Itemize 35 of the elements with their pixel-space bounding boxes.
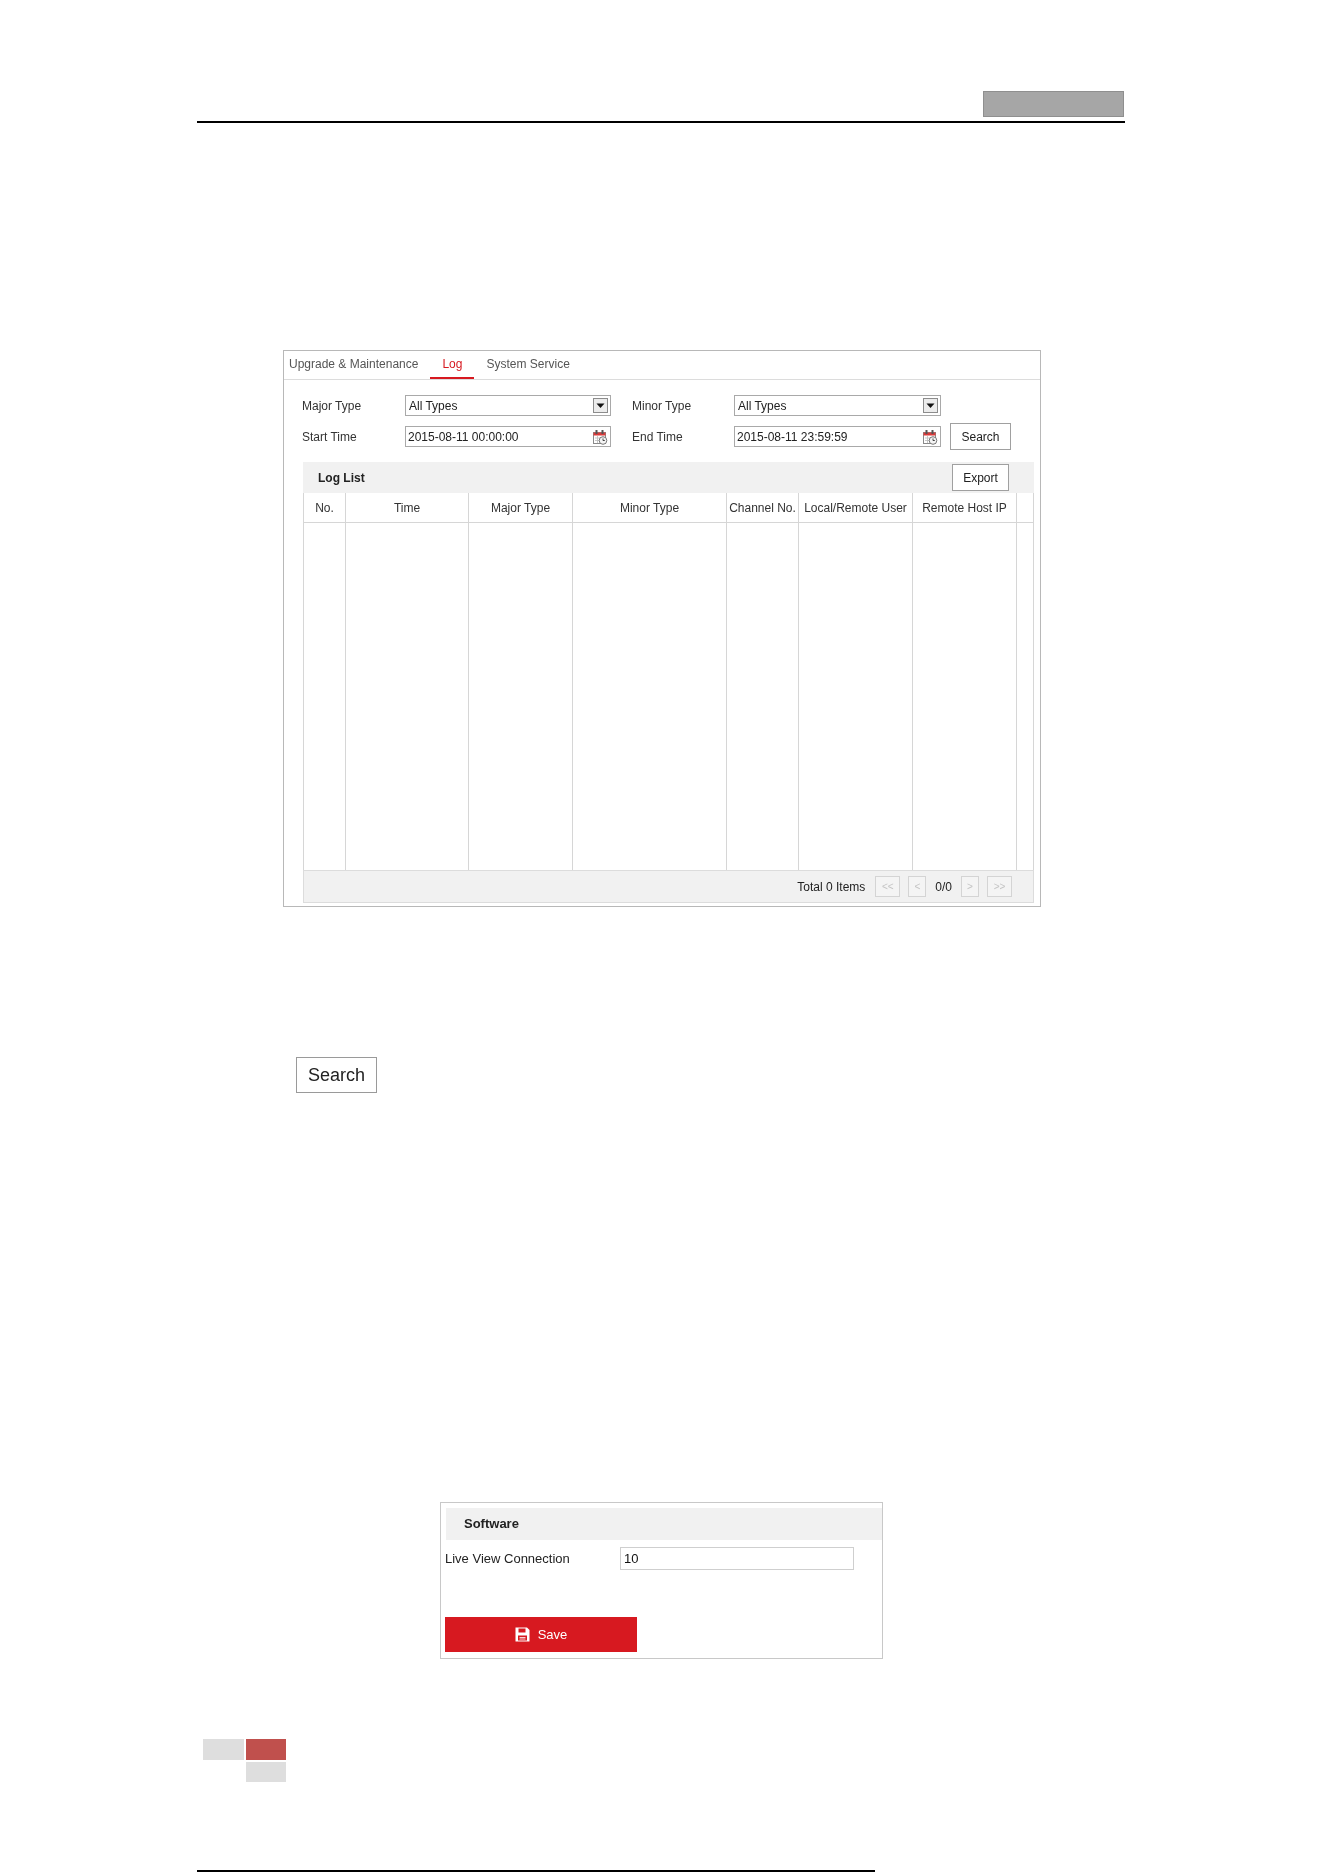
column-header: Channel No. (727, 493, 799, 522)
caret-down-icon[interactable] (923, 398, 938, 413)
field-label: Live View Connection (445, 1549, 571, 1568)
save-button[interactable]: Save (445, 1617, 637, 1652)
page-indicator: 0/0 (935, 878, 952, 896)
field-label: End Time (632, 428, 684, 446)
search-button[interactable]: Search (950, 423, 1011, 450)
footer-block (246, 1739, 286, 1760)
column-header: Time (346, 493, 469, 522)
select-field[interactable]: All Types (405, 395, 611, 416)
export-button[interactable]: Export (952, 464, 1009, 491)
column-header: Major Type (469, 493, 573, 522)
column-header: Minor Type (573, 493, 727, 522)
tab[interactable]: Upgrade & Maintenance (289, 351, 431, 379)
date-field[interactable]: 2015-08-11 00:00:00 (405, 426, 611, 447)
section-title: Software (464, 1515, 519, 1534)
footer-block (203, 1739, 244, 1760)
list-title: Log List (318, 469, 365, 487)
input-field[interactable]: 10 (620, 1547, 854, 1570)
tab[interactable]: Log (430, 351, 475, 379)
tab[interactable]: System Service (474, 351, 582, 379)
field-label: Start Time (302, 428, 358, 446)
date-field[interactable]: 2015-08-11 23:59:59 (734, 426, 941, 447)
total-items-text: Total 0 Items (797, 878, 866, 896)
search-button[interactable]: Search (296, 1057, 377, 1093)
caret-down-icon[interactable] (593, 398, 608, 413)
column-header: No. (304, 493, 346, 522)
footer-block (246, 1762, 286, 1782)
field-label: Major Type (302, 397, 363, 415)
field-label: Minor Type (632, 397, 693, 415)
column-header: Remote Host IP (913, 493, 1017, 522)
column-header: Local/Remote User (799, 493, 913, 522)
calendar-icon[interactable] (922, 428, 938, 445)
calendar-icon[interactable] (592, 428, 608, 445)
select-field[interactable]: All Types (734, 395, 941, 416)
